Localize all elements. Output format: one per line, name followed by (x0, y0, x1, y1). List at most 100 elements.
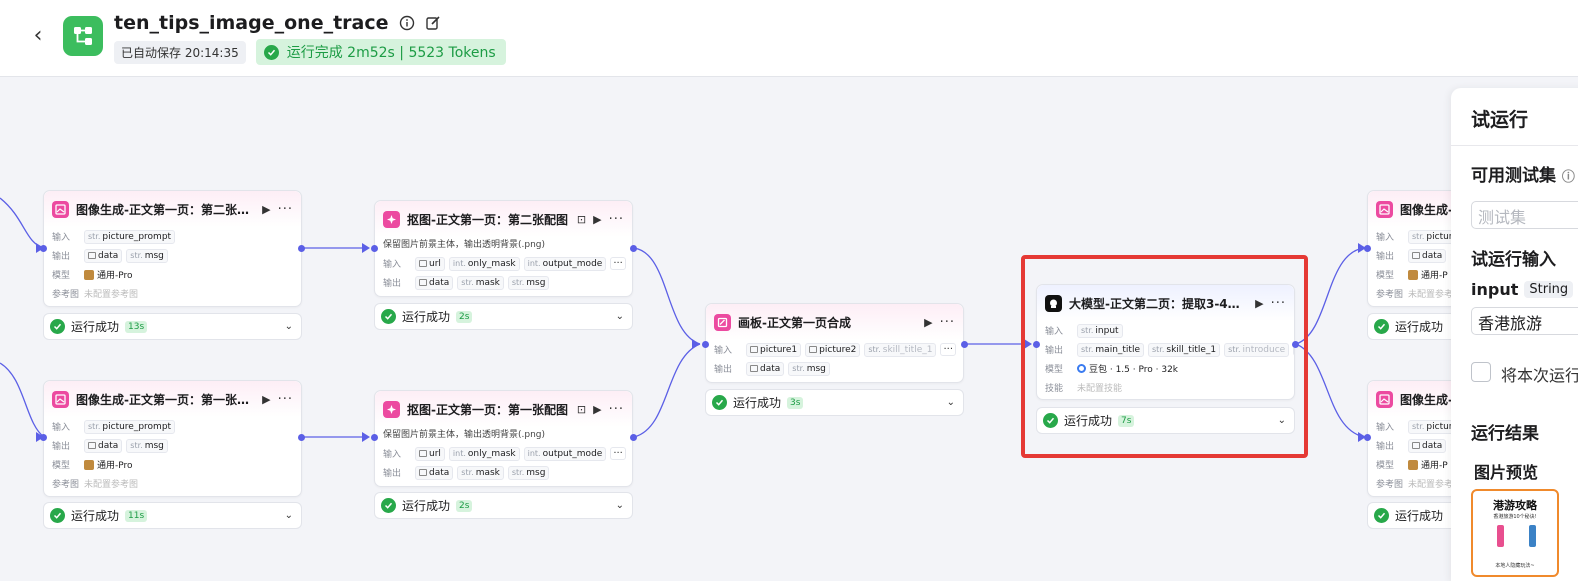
row-label: 输入 (1376, 423, 1395, 433)
row-label: 输出 (52, 252, 71, 262)
node-title: 图像生成-正文第一页：第二张配图 (76, 202, 256, 217)
row-label: 模型 (52, 461, 71, 471)
node-run-status[interactable]: 运行成功 3s ⌄ (705, 389, 964, 416)
output-port[interactable] (298, 245, 305, 252)
check-circle-icon (381, 309, 396, 324)
node-run-status[interactable]: 运行成功 2s ⌄ (374, 303, 633, 330)
type-label: str. (130, 250, 143, 260)
node-description: 保留图片前景主体，输出透明背景(.png) (383, 430, 546, 440)
param-key: input (1471, 280, 1519, 299)
back-button[interactable]: ‹ (26, 24, 50, 48)
monitor-icon[interactable]: ⊡ (577, 403, 586, 416)
ref-value: 未配置参考图 (84, 480, 139, 490)
autosave-badge: 已自动保存 20:14:35 (114, 40, 246, 64)
input-row: 输入 str. picture_prompt (44, 417, 301, 436)
more-params-button[interactable]: ··· (610, 447, 626, 460)
node-run-status[interactable]: 运行成功 13s ⌄ (43, 313, 302, 340)
param-tag: str. msg (507, 465, 550, 480)
type-label: str. (1412, 421, 1425, 431)
output-port[interactable] (298, 434, 305, 441)
edit-icon[interactable] (425, 15, 441, 31)
input-port[interactable] (1364, 245, 1371, 252)
type-label: str. (130, 440, 143, 450)
node-cutout-1[interactable]: 抠图-正文第一页：第一张配图 ⊡ ▶ ··· 保留图片前景主体，输出透明背景(.… (374, 390, 633, 487)
chevron-down-icon[interactable]: ⌄ (616, 500, 624, 511)
node-cutout-2[interactable]: 抠图-正文第一页：第二张配图 ⊡ ▶ ··· 保留图片前景主体，输出透明背景(.… (374, 200, 633, 297)
run-node-icon[interactable]: ▶ (593, 403, 601, 416)
input-port[interactable] (40, 245, 47, 252)
output-port[interactable] (630, 434, 637, 441)
run-status-badge: 运行完成 2m52s | 5523 Tokens (255, 39, 506, 65)
node-image-gen-2[interactable]: 图像生成-正文第一页：第二张配图 ▶ ··· 输入 str. picture_pr… (43, 190, 302, 307)
test-run-panel: 试运行 可用测试集 ⓘ 测试集 试运行输入 input String 香港旅游 … (1451, 88, 1578, 581)
cutout-icon (383, 400, 400, 418)
row-label: 模型 (1376, 271, 1395, 281)
node-image-gen-1[interactable]: 图像生成-正文第一页：第一张配图 ▶ ··· 输入 str. picture_pr… (43, 380, 302, 497)
type-label: int. (452, 448, 466, 458)
row-label: 参考图 (1376, 480, 1404, 490)
more-menu-icon[interactable]: ··· (278, 202, 293, 217)
figure-illustration (1497, 525, 1504, 547)
selection-highlight (1021, 255, 1308, 458)
more-params-button[interactable]: ··· (610, 257, 626, 270)
node-canvas-compose[interactable]: 画板-正文第一页合成 ▶ ··· 输入 picture1 picture2 st… (705, 303, 964, 383)
more-menu-icon[interactable]: ··· (609, 212, 624, 227)
image-type-icon (419, 469, 427, 476)
cutout-icon (383, 210, 400, 228)
model-name: 通用-Pro (97, 461, 133, 471)
image-type-icon (88, 252, 96, 259)
input-port[interactable] (40, 434, 47, 441)
param-name: only_mask (467, 258, 516, 269)
chevron-down-icon[interactable]: ⌄ (285, 510, 293, 521)
output-row: 输出 data str. msg (44, 436, 301, 455)
info-icon[interactable]: ⓘ (1562, 170, 1575, 185)
save-run-checkbox[interactable] (1471, 362, 1491, 382)
output-port[interactable] (630, 245, 637, 252)
run-node-icon[interactable]: ▶ (593, 213, 601, 226)
status-text: 运行成功 (402, 310, 451, 324)
param-tag: int. output_mode (523, 256, 607, 271)
row-label: 参考图 (52, 290, 80, 300)
type-label: str. (868, 344, 881, 354)
chevron-down-icon[interactable]: ⌄ (285, 321, 293, 332)
run-node-icon[interactable]: ▶ (262, 393, 270, 406)
param-tag: data (746, 361, 785, 376)
input-value-field[interactable]: 香港旅游 (1471, 307, 1578, 335)
run-node-icon[interactable]: ▶ (262, 203, 270, 216)
more-params-button[interactable]: ··· (940, 343, 957, 356)
chevron-down-icon[interactable]: ⌄ (947, 397, 955, 408)
node-run-status[interactable]: 运行成功 2s ⌄ (374, 492, 633, 519)
duration-badge: 2s (456, 310, 473, 323)
param-tag: str. mask (457, 465, 504, 480)
input-row: 输入 url int. only_mask int. output_mode ··· (375, 444, 632, 463)
param-name: data (98, 440, 119, 451)
input-port[interactable] (702, 341, 709, 348)
result-image-thumbnail[interactable]: 港游攻略 香港旅游10个秘诀! 本地人隐藏玩法~ (1471, 489, 1559, 577)
row-label: 输出 (1376, 442, 1395, 452)
param-tag: data (1408, 248, 1447, 263)
model-row: 模型 通用-Pro (44, 455, 301, 474)
param-tag: str. msg (126, 248, 168, 263)
node-run-status[interactable]: 运行成功 11s ⌄ (43, 502, 302, 529)
run-node-icon[interactable]: ▶ (924, 316, 932, 329)
input-port[interactable] (1364, 434, 1371, 441)
type-label: int. (527, 258, 541, 268)
more-menu-icon[interactable]: ··· (278, 392, 293, 407)
workflow-canvas[interactable]: 图像生成-正文第一页：第二张配图 ▶ ··· 输入 str. picture_pr… (0, 78, 1578, 581)
image-icon (1376, 390, 1393, 408)
more-menu-icon[interactable]: ··· (940, 315, 955, 330)
output-port[interactable] (961, 341, 968, 348)
check-circle-icon (1374, 508, 1389, 523)
input-port[interactable] (371, 245, 378, 252)
input-port[interactable] (371, 434, 378, 441)
status-text: 运行成功 (71, 509, 120, 523)
more-menu-icon[interactable]: ··· (609, 402, 624, 417)
row-label: 参考图 (1376, 290, 1404, 300)
info-icon[interactable] (399, 15, 415, 31)
monitor-icon[interactable]: ⊡ (577, 213, 586, 226)
chevron-down-icon[interactable]: ⌄ (616, 311, 624, 322)
param-name: mask (475, 467, 500, 478)
ref-value: 未配置参考图 (84, 290, 139, 300)
testset-select[interactable]: 测试集 (1471, 201, 1578, 229)
param-tag: str. mask (457, 275, 504, 290)
